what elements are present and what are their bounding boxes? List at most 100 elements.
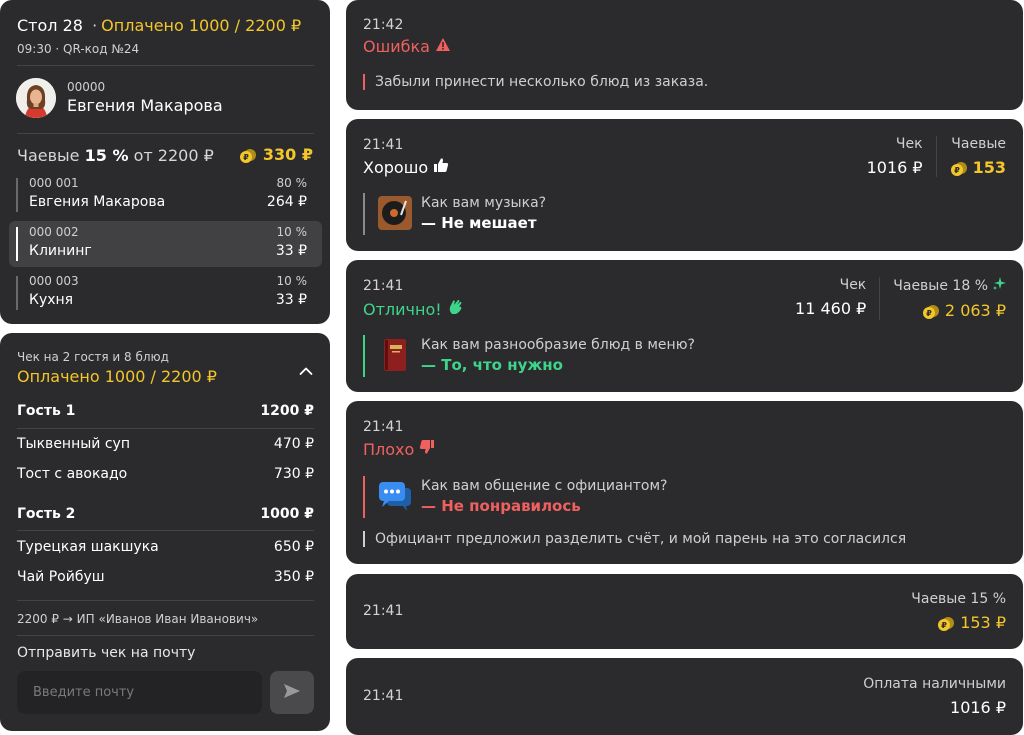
feed-time: 21:41 xyxy=(363,278,404,294)
status-label: Плохо xyxy=(363,439,415,459)
feedback-answer-text: — Не понравилось xyxy=(421,497,581,515)
feed-card-bad: 21:41 Плохо Как вам общение с официантом… xyxy=(346,401,1023,564)
divider xyxy=(17,133,314,134)
feedback-answer: Как вам музыка? — Не мешает xyxy=(363,193,546,235)
staff-percent: 80 % xyxy=(276,176,308,190)
dish-row: Турецкая шакшука 650 ₽ xyxy=(17,539,314,555)
feed-card-good: 21:41 Хорошо Чек 1016 ₽ Чаевые ₽ 153 Как… xyxy=(346,119,1023,251)
tips-value: ₽ 2 063 ₽ xyxy=(893,301,1006,320)
distribution-row[interactable]: 000 001 Евгения Макарова 80 % 264 ₽ xyxy=(9,172,322,218)
email-input[interactable] xyxy=(17,671,262,714)
chevron-up-icon[interactable] xyxy=(299,363,313,377)
staff-name: Клининг xyxy=(29,243,92,259)
tips-label: Чаевые 15 % xyxy=(911,591,1006,607)
divider xyxy=(17,530,314,531)
dish-price: 730 ₽ xyxy=(273,466,314,482)
staff-name: Евгения Макарова xyxy=(29,194,166,210)
time-qr: 09:30 · QR-код №24 xyxy=(17,42,140,56)
payment-label: Оплата наличными xyxy=(863,676,1006,692)
feedback-answer-text: — Не мешает xyxy=(421,214,537,232)
tips-summary: Чаевые 15 % от 2200 ₽ xyxy=(17,146,214,165)
staff-percent: 10 % xyxy=(276,274,308,288)
feed-time: 21:41 xyxy=(363,419,404,435)
send-button[interactable] xyxy=(270,671,314,714)
guest-header: Гость 2 1000 ₽ xyxy=(17,506,314,522)
dish-price: 470 ₽ xyxy=(273,436,314,452)
table-label: Стол xyxy=(17,16,58,35)
clap-icon xyxy=(447,298,465,320)
tips-value: ₽ 153 ₽ xyxy=(911,613,1006,632)
guest-total: 1200 ₽ xyxy=(260,403,314,419)
feed-card-tips: 21:41 Чаевые 15 % ₽ 153 ₽ xyxy=(346,574,1023,649)
coin-icon: ₽ xyxy=(239,145,257,164)
dish-name: Тыквенный суп xyxy=(17,436,130,452)
table-number: 28 xyxy=(62,16,83,35)
staff-code: 000 001 xyxy=(29,176,79,190)
tips-column: Чаевые 18 % ₽ 2 063 ₽ xyxy=(893,277,1006,320)
feed-time: 21:41 xyxy=(363,137,404,153)
warning-icon xyxy=(435,37,451,56)
payment-block: Оплата наличными 1016 ₽ xyxy=(863,676,1006,717)
row-marker xyxy=(16,276,18,310)
row-marker xyxy=(16,227,18,261)
status-label: Ошибка xyxy=(363,37,430,56)
feed-note: Официант предложил разделить счёт, и мой… xyxy=(363,531,906,547)
staff-amount: 33 ₽ xyxy=(275,292,307,308)
tips-amount: 2 063 ₽ xyxy=(944,301,1006,320)
feedback-question: Как вам музыка? xyxy=(421,195,547,211)
coin-icon: ₽ xyxy=(922,301,940,320)
tips-column: Чаевые ₽ 153 xyxy=(950,136,1006,177)
feedback-answer: Как вам разнообразие блюд в меню? — То, … xyxy=(363,335,695,377)
dish-row: Тост с авокадо 730 ₽ xyxy=(17,466,314,482)
staff-name: Кухня xyxy=(29,292,74,308)
distribution-row[interactable]: 000 002 Клининг 10 % 33 ₽ xyxy=(9,221,322,267)
feedback-question: Как вам общение с официантом? xyxy=(421,478,668,494)
table-header: Стол 28 · Оплачено 1000 / 2200 ₽ xyxy=(17,16,301,35)
guest-name: Гость 1 xyxy=(17,403,76,419)
tips-label: Чаевые 18 % xyxy=(893,278,988,294)
waiter-name: Евгения Макарова xyxy=(67,96,223,115)
payment-value: 1016 ₽ xyxy=(950,698,1006,717)
check-label: Чек xyxy=(839,277,867,293)
thumbs-down-icon xyxy=(419,439,435,459)
feed-time: 21:41 xyxy=(363,603,404,619)
coin-icon: ₽ xyxy=(950,158,968,177)
guest-header: Гость 1 1200 ₽ xyxy=(17,403,314,419)
feedback-question: Как вам разнообразие блюд в меню? xyxy=(421,337,695,353)
divider xyxy=(17,635,314,636)
feed-time: 21:41 xyxy=(363,688,404,704)
staff-percent: 10 % xyxy=(276,225,308,239)
feed-card-cash: 21:41 Оплата наличными 1016 ₽ xyxy=(346,658,1023,735)
header-dot: · xyxy=(92,16,98,35)
staff-amount: 33 ₽ xyxy=(275,243,307,259)
feed-totals: Чек 11 460 ₽ Чаевые 18 % ₽ 2 063 ₽ xyxy=(795,277,1006,320)
feed-time: 21:42 xyxy=(363,17,404,33)
tips-total-value: 330 ₽ xyxy=(262,145,313,164)
column-divider xyxy=(935,136,937,177)
tips-prefix: Чаевые xyxy=(17,146,80,165)
check-column: Чек 11 460 ₽ xyxy=(795,277,866,320)
coin-icon: ₽ xyxy=(937,613,955,632)
vinyl-player-icon xyxy=(377,195,413,231)
dish-name: Тост с авокадо xyxy=(17,466,128,482)
send-check-label: Отправить чек на почту xyxy=(17,645,196,661)
feed-card-error: 21:42 Ошибка Забыли принести несколько б… xyxy=(346,0,1023,110)
divider xyxy=(17,428,314,429)
status-label: Хорошо xyxy=(363,157,429,177)
distribution-row[interactable]: 000 003 Кухня 10 % 33 ₽ xyxy=(9,270,322,316)
tips-amount: 153 ₽ xyxy=(960,613,1006,632)
tips-label: Чаевые xyxy=(951,136,1006,152)
check-value: 11 460 ₽ xyxy=(795,299,867,318)
staff-code: 000 002 xyxy=(29,225,79,239)
feed-status: Отлично! xyxy=(363,298,465,320)
dish-name: Турецкая шакшука xyxy=(17,539,159,555)
feedback-answer-text: — То, что нужно xyxy=(421,356,563,374)
tips-suffix: от 2200 ₽ xyxy=(133,146,214,165)
waiter-code: 00000 xyxy=(67,80,106,94)
feed-status: Хорошо xyxy=(363,157,449,177)
feed-totals: Чек 1016 ₽ Чаевые ₽ 153 xyxy=(867,136,1006,177)
table-card: Стол 28 · Оплачено 1000 / 2200 ₽ 09:30 · … xyxy=(0,0,330,324)
tips-block: Чаевые 15 % ₽ 153 ₽ xyxy=(911,591,1006,632)
status-label: Отлично! xyxy=(363,299,442,319)
svg-text:₽: ₽ xyxy=(954,166,960,175)
